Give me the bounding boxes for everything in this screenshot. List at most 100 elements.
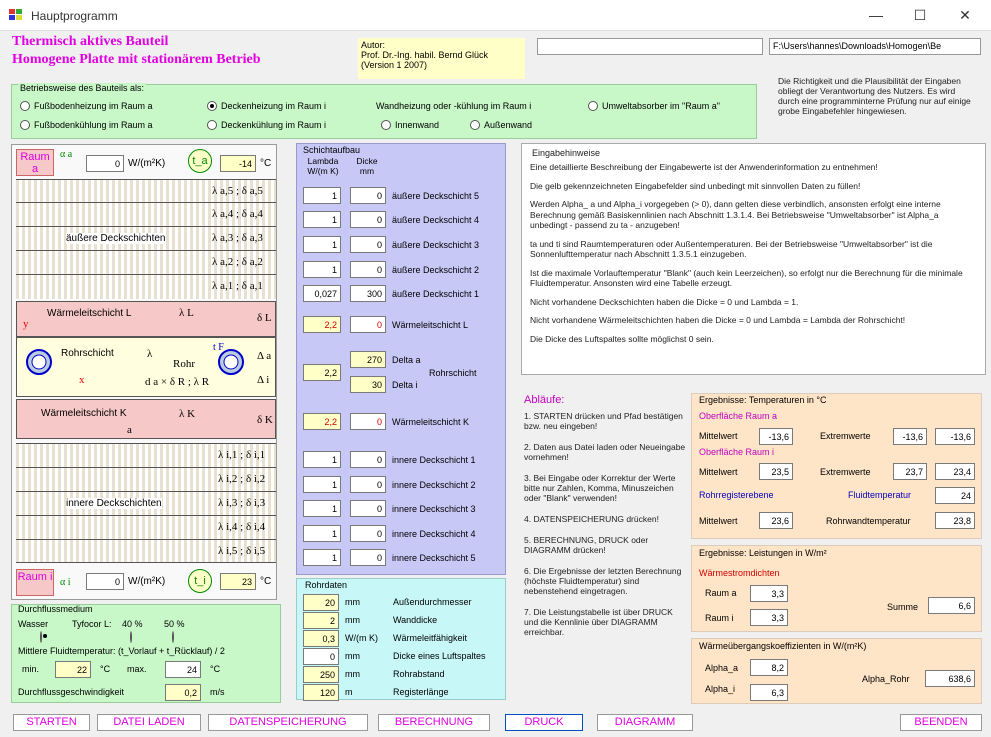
dicke-i4-input[interactable]: 0 xyxy=(350,525,386,542)
waermeleitschicht-k: Wärmeleitschicht K λ K δ K a xyxy=(16,399,276,439)
dicke-a3-input[interactable]: 0 xyxy=(350,236,386,253)
dicke-a2-input[interactable]: 0 xyxy=(350,261,386,278)
outer-layer-4: λ a,4 ; δ a,4 xyxy=(16,202,276,226)
radio-deckenkuehlung[interactable]: Deckenkühlung im Raum i xyxy=(207,120,326,130)
eingabehinweise-panel: Eingabehinweise Eine detaillierte Beschr… xyxy=(521,143,986,375)
inner-layer-label: λ i,1 ; δ i,1 xyxy=(218,449,266,461)
lambda-k-input[interactable]: 2,2 xyxy=(303,413,341,430)
radio-umweltabsorber[interactable]: Umweltabsorber im "Raum a" xyxy=(588,101,720,111)
outer-layer-1: λ a,1 ; δ a,1 xyxy=(16,274,276,299)
dicke-a4-input[interactable]: 0 xyxy=(350,211,386,228)
row-label: Delta a xyxy=(392,355,421,365)
lambda-rohrschicht-input[interactable]: 2,2 xyxy=(303,364,341,381)
max-temp-input[interactable]: 24 xyxy=(165,661,201,678)
path-field[interactable]: F:\Users\hannes\Downloads\Homogen\Be xyxy=(769,38,981,55)
lambda-a4-input[interactable]: 1 xyxy=(303,211,341,228)
wuk-title: Wärmeübergangskoeffizienten in W/(m²K) xyxy=(699,641,867,651)
delta-a-input[interactable]: 270 xyxy=(350,351,386,368)
registerlaenge-input[interactable]: 120 xyxy=(303,684,339,701)
heading-line-1: Thermisch aktives Bauteil xyxy=(12,34,169,49)
rohrschicht-layer: Rohrschicht λ Rohr t F d a × δ R ; λ R Δ… xyxy=(16,318,276,397)
dicke-i5-input[interactable]: 0 xyxy=(350,549,386,566)
row-label: Rohrschicht xyxy=(429,368,477,378)
blank-field[interactable] xyxy=(537,38,763,55)
dicke-k-input[interactable]: 0 xyxy=(350,413,386,430)
radio-wasser[interactable] xyxy=(40,631,42,643)
aussendurchmesser-input[interactable]: 20 xyxy=(303,594,339,611)
p40-label: 40 % xyxy=(122,619,143,629)
luftspalt-input[interactable]: 0 xyxy=(303,648,339,665)
radio-label: Innenwand xyxy=(395,120,440,130)
radio-tyfocor-50[interactable] xyxy=(172,631,174,643)
dicke-a5-input[interactable]: 0 xyxy=(350,187,386,204)
lambda-i2-input[interactable]: 1 xyxy=(303,476,341,493)
disclaimer-text: Die Richtigkeit und die Plausibilität de… xyxy=(778,76,971,116)
dicke-i1-input[interactable]: 0 xyxy=(350,451,386,468)
radio-fussbodenkuehlung[interactable]: Fußbodenkühlung im Raum a xyxy=(20,120,153,130)
dicke-a1-input[interactable]: 300 xyxy=(350,285,386,302)
unit-label: W/(m K) xyxy=(345,633,378,643)
row-label: Rohrabstand xyxy=(393,669,445,679)
durchflussmedium-panel: Durchflussmedium Wasser Tyfocor L: 40 % … xyxy=(11,604,281,703)
delta-i-input[interactable]: 30 xyxy=(350,376,386,393)
alpha-i-input[interactable]: 0 xyxy=(86,573,124,590)
lambda-l-input[interactable]: 2,2 xyxy=(303,316,341,333)
diagramm-button[interactable]: DIAGRAMM xyxy=(597,714,693,731)
lambda-a1-input[interactable]: 0,027 xyxy=(303,285,341,302)
inner-layer-5: λ i,5 ; δ i,5 xyxy=(16,539,276,563)
min-temp-input[interactable]: 22 xyxy=(55,661,91,678)
lambda-a3-input[interactable]: 1 xyxy=(303,236,341,253)
radio-aussenwand[interactable]: Außenwand xyxy=(470,120,532,130)
lambda-i3-input[interactable]: 1 xyxy=(303,500,341,517)
ta-input[interactable]: -14 xyxy=(220,155,256,172)
rohrabstand-input[interactable]: 250 xyxy=(303,666,339,683)
rohrregister-label: Rohrregisterebene xyxy=(699,490,774,500)
alpha-a-input[interactable]: 0 xyxy=(86,155,124,172)
inner-layer-label: λ i,4 ; δ i,4 xyxy=(218,521,266,533)
starten-button[interactable]: STARTEN xyxy=(13,714,90,731)
alpha-i-symbol: α i xyxy=(60,577,71,588)
a-mittelwert-value: -13,6 xyxy=(759,428,793,445)
alpha-a-unit: W/(m²K) xyxy=(128,158,166,169)
radio-label: Umweltabsorber im "Raum a" xyxy=(602,101,720,111)
lambda-i1-input[interactable]: 1 xyxy=(303,451,341,468)
beenden-button[interactable]: BEENDEN xyxy=(900,714,982,731)
lambda-k-label: λ K xyxy=(179,408,196,420)
lambda-a5-input[interactable]: 1 xyxy=(303,187,341,204)
rohr-label: Rohr xyxy=(173,358,195,370)
berechnung-button[interactable]: BERECHNUNG xyxy=(378,714,490,731)
durchfluss-input[interactable]: 0,2 xyxy=(165,684,201,701)
wanddicke-input[interactable]: 2 xyxy=(303,612,339,629)
step-text: 1. STARTEN drücken und Pfad bestätigen b… xyxy=(524,411,683,431)
ti-input[interactable]: 23 xyxy=(220,573,256,590)
radio-tyfocor-40[interactable] xyxy=(130,631,132,643)
alpha-rohr-label: Alpha_Rohr xyxy=(862,674,910,684)
radio-innenwand[interactable]: Innenwand xyxy=(381,120,439,130)
lambda-i5-input[interactable]: 1 xyxy=(303,549,341,566)
lambda-a2-input[interactable]: 1 xyxy=(303,261,341,278)
maximize-icon[interactable]: ☐ xyxy=(910,6,930,24)
ergebnisse-leistungen: Ergebnisse: Leistungen in W/m² Wärmestro… xyxy=(691,545,982,632)
x-axis-label: x xyxy=(79,374,85,386)
ablaeufe-title: Abläufe: xyxy=(524,394,565,406)
radio-fussbodenheizung[interactable]: Fußbodenheizung im Raum a xyxy=(20,101,153,111)
flow-title: Durchflussmedium xyxy=(18,604,93,614)
close-icon[interactable]: ✕ xyxy=(955,6,975,24)
ti-unit: °C xyxy=(260,576,272,587)
outer-layer-label: λ a,1 ; δ a,1 xyxy=(212,280,263,292)
radio-deckenheizung[interactable]: Deckenheizung im Raum i xyxy=(207,101,326,111)
minimize-icon[interactable]: — xyxy=(866,6,886,24)
delta-a-label: Δ a xyxy=(257,350,272,362)
summe-label: Summe xyxy=(887,602,919,612)
ablaeufe-panel: Abläufe: 1. STARTEN drücken und Pfad bes… xyxy=(524,394,686,638)
waermeleitfaehigkeit-input[interactable]: 0,3 xyxy=(303,630,339,647)
raum-a-value: 3,3 xyxy=(750,585,788,602)
dicke-l-input[interactable]: 0 xyxy=(350,316,386,333)
druck-button[interactable]: DRUCK xyxy=(505,714,583,731)
datei-laden-button[interactable]: DATEI LADEN xyxy=(97,714,201,731)
outer-layers-label: äußere Deckschichten xyxy=(66,233,166,244)
datenspeicherung-button[interactable]: DATENSPEICHERUNG xyxy=(208,714,368,731)
lambda-i4-input[interactable]: 1 xyxy=(303,525,341,542)
dicke-i3-input[interactable]: 0 xyxy=(350,500,386,517)
dicke-i2-input[interactable]: 0 xyxy=(350,476,386,493)
